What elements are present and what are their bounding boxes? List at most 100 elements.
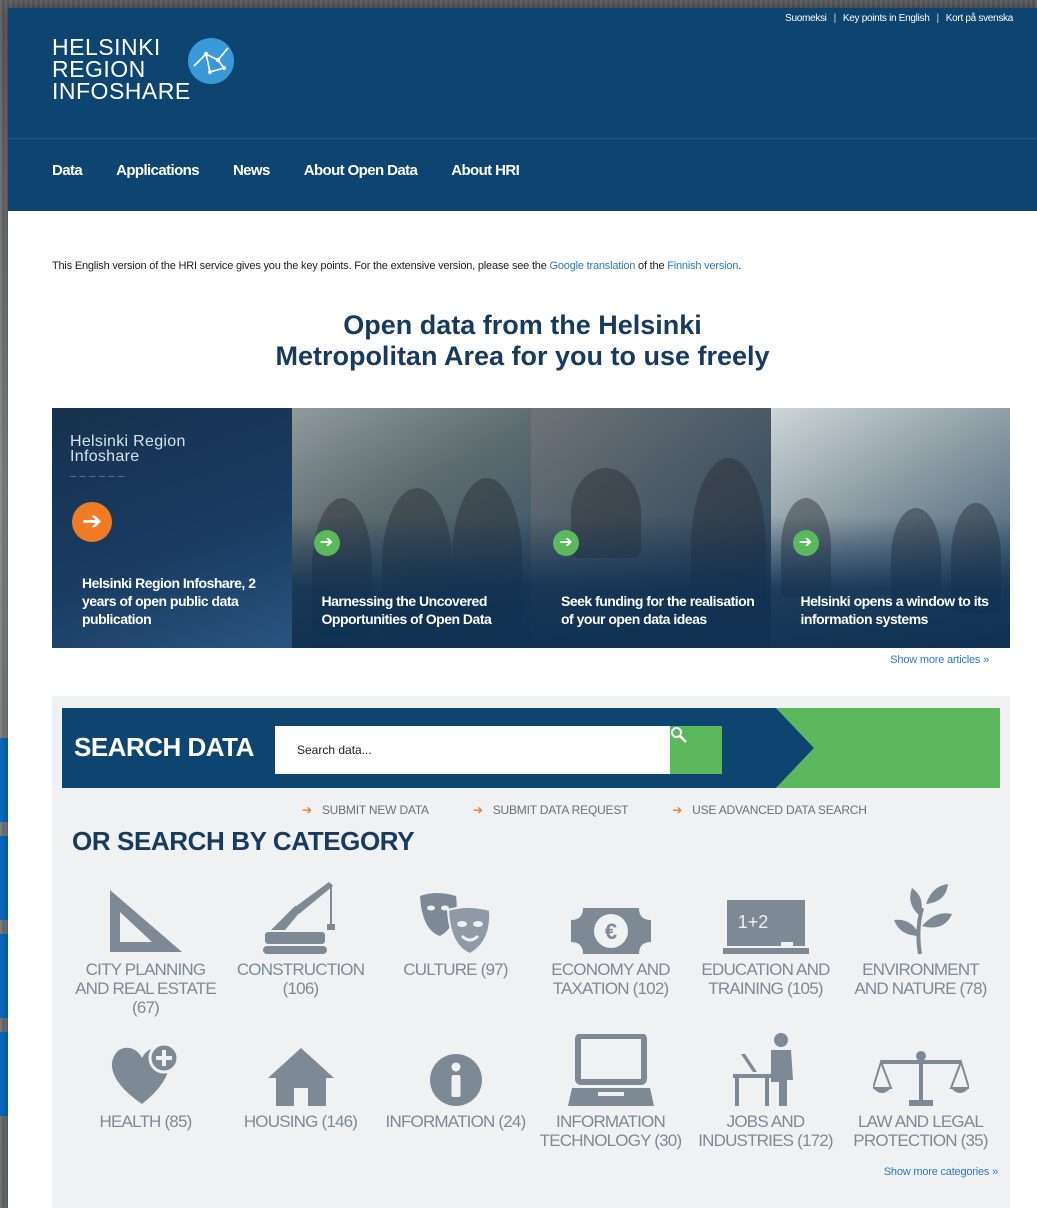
intro-text-after: . [738,260,742,272]
category-information-technology[interactable]: INFORMATION TECHNOLOGY (30) [533,1030,688,1182]
article-title-3[interactable]: Seek funding for the realisation of your… [561,592,756,628]
language-links: Suomeksi | Key points in English | Kort på s… [785,13,1013,24]
category-economy[interactable]: € ECONOMY AND TAXATION (102) [533,878,688,1030]
headline-line-2: Metropolitan Area for you to use freely [275,341,770,371]
category-label: CITY PLANNING AND REAL ESTATE (67) [75,960,217,1017]
category-education[interactable]: 1+2 EDUCATION AND TRAINING (105) [688,878,843,1030]
category-label: ENVIRONMENT AND NATURE (78) [854,960,987,998]
show-more-articles-link[interactable]: Show more articles » [890,654,989,666]
submit-data-request-link[interactable]: ➔ SUBMIT DATA REQUEST [472,803,629,817]
category-information[interactable]: INFORMATION (24) [378,1030,533,1182]
svg-text:1+2: 1+2 [737,912,768,932]
nav-item-news[interactable]: News [233,162,270,179]
category-label: ECONOMY AND TAXATION (102) [551,960,670,998]
category-label: HOUSING (146) [243,1112,358,1131]
article-tile-1[interactable]: Helsinki Region Infoshare — — — — — — ➔ … [52,408,292,648]
search-data-title: SEARCH DATA [74,732,254,762]
category-label: EDUCATION AND TRAINING (105) [701,960,830,998]
category-label: CULTURE (97) [403,960,508,979]
category-label: INFORMATION TECHNOLOGY (30) [539,1112,682,1150]
nav-item-applications[interactable]: Applications [116,162,199,179]
lang-link-finnish[interactable]: Suomeksi [785,13,827,24]
lang-separator: | [833,13,837,24]
category-row-1: CITY PLANNING AND REAL ESTATE (67) CONST… [68,878,998,1030]
search-icon [671,727,687,743]
hri-logo[interactable]: HELSINKI REGION INFOSHARE [52,36,242,114]
intro-text-middle: of the [635,260,668,272]
scales-icon [843,1030,998,1112]
arrow-right-icon[interactable]: ➔ [72,502,112,542]
svg-text:€: € [604,919,616,944]
heart-plus-icon [68,1030,223,1112]
tile-brand-text: Helsinki Region Infoshare — — — — — — [70,434,186,485]
worker-desk-icon [688,1030,843,1112]
arrow-icon: ➔ [472,803,483,817]
category-label: JOBS AND INDUSTRIES (172) [698,1112,833,1150]
article-tile-2[interactable]: ➔ Harnessing the Uncovered Opportunities… [291,408,531,648]
category-section-title: OR SEARCH BY CATEGORY [72,826,415,856]
arrow-icon: ➔ [672,803,683,817]
category-label: CONSTRUCTION (106) [236,960,365,998]
category-label: LAW AND LEGAL PROTECTION (35) [853,1112,988,1150]
show-more-categories-link[interactable]: Show more categories » [884,1166,998,1178]
search-band: SEARCH DATA [62,708,1000,788]
lang-separator: | [936,13,939,24]
category-grid: CITY PLANNING AND REAL ESTATE (67) CONST… [68,878,998,1182]
search-action-links: ➔ SUBMIT NEW DATA ➔ SUBMIT DATA REQUEST ➔ U… [302,803,867,817]
banknote-icon: € [533,878,688,960]
headline-line-1: Open data from the Helsinki [343,310,702,340]
tile-brand-line-2: Infoshare [70,448,140,465]
category-label: HEALTH (85) [99,1112,193,1131]
search-panel: SEARCH DATA ➔ SUBMIT NEW DATA ➔ SUBMIT DAT… [52,696,1010,1208]
lang-link-english[interactable]: Key points in English [843,13,930,24]
category-construction[interactable]: CONSTRUCTION (106) [223,878,378,1030]
blackboard-icon: 1+2 [688,878,843,960]
intro-text-before: This English version of the HRI service … [52,260,550,272]
category-health[interactable]: HEALTH (85) [68,1030,223,1182]
logo-line-3: INFOSHARE [52,78,191,104]
tile-brand-line-1: Helsinki Region [70,433,186,450]
lang-link-swedish[interactable]: Kort på svenska [946,13,1014,24]
nav-item-data[interactable]: Data [52,162,83,179]
plant-icon [843,878,998,960]
advanced-search-link[interactable]: ➔ USE ADVANCED DATA SEARCH [672,803,867,817]
category-label: INFORMATION (24) [385,1112,527,1131]
main-nav: Data Applications News About Open Data A… [52,162,520,179]
nav-divider [8,138,1037,139]
category-city-planning[interactable]: CITY PLANNING AND REAL ESTATE (67) [68,878,223,1030]
arrow-right-icon[interactable]: ➔ [792,530,819,556]
submit-new-data-label: SUBMIT NEW DATA [321,803,429,817]
crane-icon [223,878,378,960]
intro-text: This English version of the HRI service … [52,260,1012,272]
category-housing[interactable]: HOUSING (146) [223,1030,378,1182]
nav-item-about-hri[interactable]: About HRI [451,162,520,179]
logo-line-2: REGION [52,56,146,82]
search-button[interactable] [670,726,722,774]
search-input[interactable] [275,726,671,774]
info-icon [378,1030,533,1112]
finnish-version-link[interactable]: Finnish version [667,260,738,272]
masthead: Suomeksi | Key points in English | Kort på s… [8,8,1037,211]
category-culture[interactable]: CULTURE (97) [378,878,533,1030]
category-law[interactable]: LAW AND LEGAL PROTECTION (35) [843,1030,998,1182]
logo-wordmark: HELSINKI REGION INFOSHARE [52,34,191,104]
laptop-icon [533,1030,688,1112]
arrow-right-icon[interactable]: ➔ [553,530,579,556]
article-title-1[interactable]: Helsinki Region Infoshare, 2 years of op… [82,574,277,628]
category-row-2: HEALTH (85) HOUSING (146) INFORMATION (2… [68,1030,998,1182]
network-globe-icon [188,38,234,84]
advanced-search-label: USE ADVANCED DATA SEARCH [692,803,867,817]
submit-data-request-label: SUBMIT DATA REQUEST [492,803,629,817]
category-jobs[interactable]: JOBS AND INDUSTRIES (172) [688,1030,843,1182]
arrow-right-icon[interactable]: ➔ [313,530,340,556]
logo-line-1: HELSINKI [52,34,161,60]
article-tile-3[interactable]: ➔ Seek funding for the realisation of yo… [531,408,771,648]
article-title-4[interactable]: Helsinki opens a window to its informati… [801,592,996,628]
nav-item-about-open-data[interactable]: About Open Data [304,162,418,179]
google-translation-link[interactable]: Google translation [550,260,636,272]
article-tile-4[interactable]: ➔ Helsinki opens a window to its informa… [770,408,1010,648]
hri-page: Suomeksi | Key points in English | Kort på s… [8,8,1037,1208]
article-title-2[interactable]: Harnessing the Uncovered Opportunities o… [322,592,517,628]
submit-new-data-link[interactable]: ➔ SUBMIT NEW DATA [302,803,429,817]
category-environment[interactable]: ENVIRONMENT AND NATURE (78) [843,878,998,1030]
